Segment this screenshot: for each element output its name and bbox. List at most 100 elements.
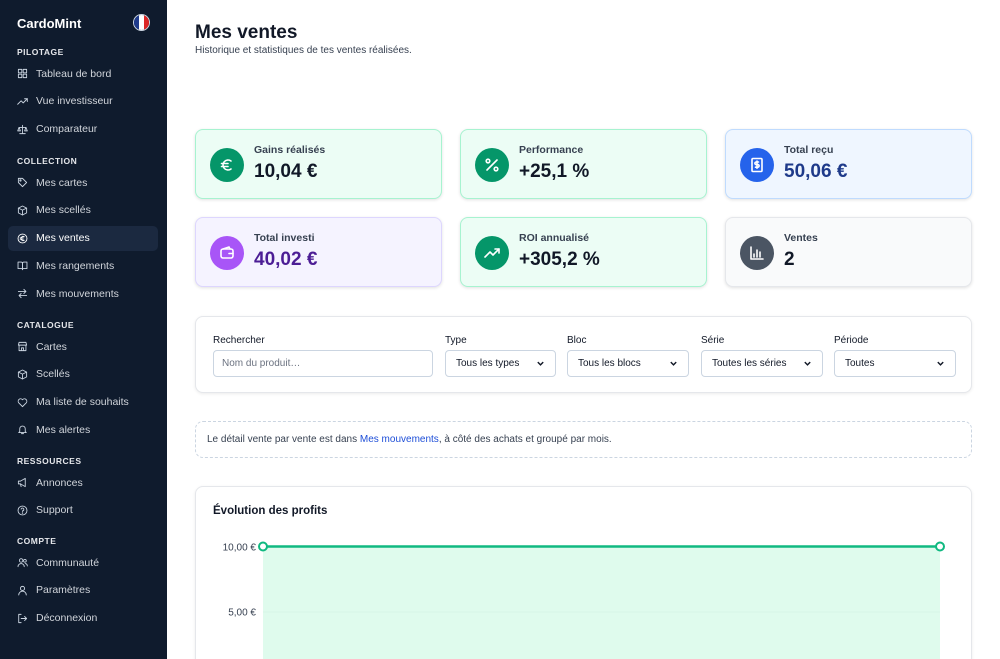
- chevron-down-icon: [537, 361, 544, 366]
- bloc-select[interactable]: Tous les blocs: [567, 350, 689, 377]
- chevron-down-icon: [804, 361, 811, 366]
- sidebar-item-label: Mes mouvements: [36, 287, 119, 300]
- sidebar-item-label: Comparateur: [36, 123, 98, 136]
- sidebar-item-label: Vue investisseur: [36, 95, 113, 108]
- stat-label: Ventes: [784, 232, 818, 244]
- type-select[interactable]: Tous les types: [445, 350, 556, 377]
- trending-up-icon: [17, 98, 28, 105]
- info-banner: Le détail vente par vente est dans Mes m…: [195, 421, 972, 458]
- box-icon: [17, 369, 28, 380]
- serie-select[interactable]: Toutes les séries: [701, 350, 823, 377]
- search-label: Rechercher: [213, 335, 265, 346]
- stat-icon-badge: [210, 236, 244, 270]
- chart-y-tick-label: 10,00 €: [223, 543, 257, 554]
- sidebar-section-compte: COMPTE: [17, 536, 57, 546]
- scale-icon: [17, 124, 28, 134]
- info-text-before: Le détail vente par vente est dans: [207, 434, 360, 445]
- sidebar-item-vue-investisseur[interactable]: Vue investisseur: [8, 89, 158, 114]
- sidebar-item-scellés[interactable]: Scellés: [8, 362, 158, 387]
- app-logo[interactable]: CardoMint: [17, 16, 81, 31]
- stat-value: +25,1 %: [519, 161, 590, 182]
- stat-card-total-reçu: Total reçu 50,06 €: [725, 129, 972, 199]
- periode-select[interactable]: Toutes: [834, 350, 956, 377]
- stat-icon-badge: [210, 148, 244, 182]
- french-flag-icon[interactable]: [133, 14, 150, 31]
- sidebar-item-mes-rangements[interactable]: Mes rangements: [8, 253, 158, 278]
- megaphone-icon: [17, 477, 26, 488]
- sidebar-item-annonces[interactable]: Annonces: [8, 470, 158, 495]
- search-input[interactable]: [213, 350, 433, 377]
- bloc-select-value: Tous les blocs: [578, 358, 641, 369]
- sidebar-item-label: Déconnexion: [36, 612, 98, 625]
- sidebar: CardoMint PILOTAGE Tableau de bord Vue inv…: [0, 0, 167, 659]
- stat-label: Performance: [519, 144, 584, 156]
- sidebar-section-pilotage: PILOTAGE: [17, 47, 64, 57]
- page-subtitle: Historique et statistiques de tes ventes…: [195, 45, 412, 56]
- chart-point[interactable]: [258, 541, 268, 552]
- stat-value: 50,06 €: [784, 161, 848, 182]
- filters-panel: Rechercher Type Tous les types Bloc Tous…: [195, 316, 972, 393]
- periode-select-value: Toutes: [845, 358, 875, 369]
- serie-label: Série: [701, 335, 725, 346]
- bloc-label: Bloc: [567, 335, 587, 346]
- sidebar-item-mes-scellés[interactable]: Mes scellés: [8, 198, 158, 223]
- sidebar-item-mes-alertes[interactable]: Mes alertes: [8, 417, 158, 442]
- sidebar-section-ressources: RESSOURCES: [17, 456, 82, 466]
- stat-icon-badge: [475, 236, 509, 270]
- sidebar-item-label: Mes scellés: [36, 204, 91, 217]
- chart-area: [263, 546, 940, 659]
- sidebar-section-catalogue: CATALOGUE: [17, 320, 75, 330]
- user-icon: [18, 585, 27, 596]
- trending-up-icon: [484, 248, 500, 258]
- heart-icon: [17, 398, 28, 407]
- sidebar-item-communauté[interactable]: Communauté: [8, 550, 158, 575]
- info-text-after: , à côté des achats et groupé par mois.: [438, 434, 612, 445]
- stat-label: ROI annualisé: [519, 232, 590, 244]
- sidebar-item-cartes[interactable]: Cartes: [8, 334, 158, 359]
- stat-card-performance: Performance +25,1 %: [460, 129, 707, 199]
- page-title: Mes ventes: [195, 22, 298, 43]
- sidebar-item-mes-mouvements[interactable]: Mes mouvements: [8, 281, 158, 306]
- type-select-value: Tous les types: [456, 358, 520, 369]
- sidebar-item-label: Scellés: [36, 368, 70, 381]
- euro-icon: [220, 159, 232, 171]
- stat-label: Gains réalisés: [254, 144, 326, 156]
- stat-icon-badge: [475, 148, 509, 182]
- chevron-down-icon: [670, 361, 677, 366]
- chevron-down-icon: [937, 361, 944, 366]
- box-icon: [17, 205, 28, 216]
- tag-icon: [17, 177, 28, 188]
- serie-select-value: Toutes les séries: [712, 358, 787, 369]
- store-icon: [17, 341, 28, 352]
- sidebar-item-label: Mes rangements: [36, 259, 115, 272]
- sidebar-item-déconnexion[interactable]: Déconnexion: [8, 606, 158, 631]
- sidebar-item-label: Mes ventes: [36, 232, 90, 245]
- periode-label: Période: [834, 335, 869, 346]
- sidebar-item-support[interactable]: Support: [8, 498, 158, 523]
- profit-chart: 10,00 € 5,00 €: [223, 541, 945, 659]
- stat-icon-badge: [740, 236, 774, 270]
- sidebar-item-ma-liste-de-souhaits[interactable]: Ma liste de souhaits: [8, 390, 158, 415]
- mes-mouvements-link[interactable]: Mes mouvements: [360, 434, 439, 445]
- chart-point[interactable]: [935, 541, 945, 552]
- stat-value: 40,02 €: [254, 249, 318, 270]
- bar-chart-icon: [750, 246, 764, 260]
- sidebar-item-label: Support: [36, 504, 73, 517]
- profit-chart-card: Évolution des profits 10,00 €5,00 €: [195, 486, 972, 659]
- percent-icon: [485, 158, 499, 172]
- sidebar-item-paramètres[interactable]: Paramètres: [8, 578, 158, 603]
- arrows-icon: [17, 289, 28, 299]
- sidebar-item-comparateur[interactable]: Comparateur: [8, 117, 158, 142]
- logout-icon: [18, 613, 28, 623]
- sidebar-item-mes-ventes[interactable]: Mes ventes: [8, 225, 158, 251]
- stat-card-roi-annualisé: ROI annualisé +305,2 %: [460, 217, 707, 287]
- sidebar-item-label: Mes cartes: [36, 176, 88, 189]
- stat-card-ventes: Ventes 2: [725, 217, 972, 287]
- sidebar-item-label: Ma liste de souhaits: [36, 396, 129, 409]
- sidebar-item-mes-cartes[interactable]: Mes cartes: [8, 170, 158, 195]
- sidebar-item-tableau-de-bord[interactable]: Tableau de bord: [8, 61, 158, 86]
- sidebar-item-label: Communauté: [36, 556, 100, 569]
- stat-icon-badge: [740, 148, 774, 182]
- dashboard-icon: [17, 68, 28, 79]
- type-label: Type: [445, 335, 467, 346]
